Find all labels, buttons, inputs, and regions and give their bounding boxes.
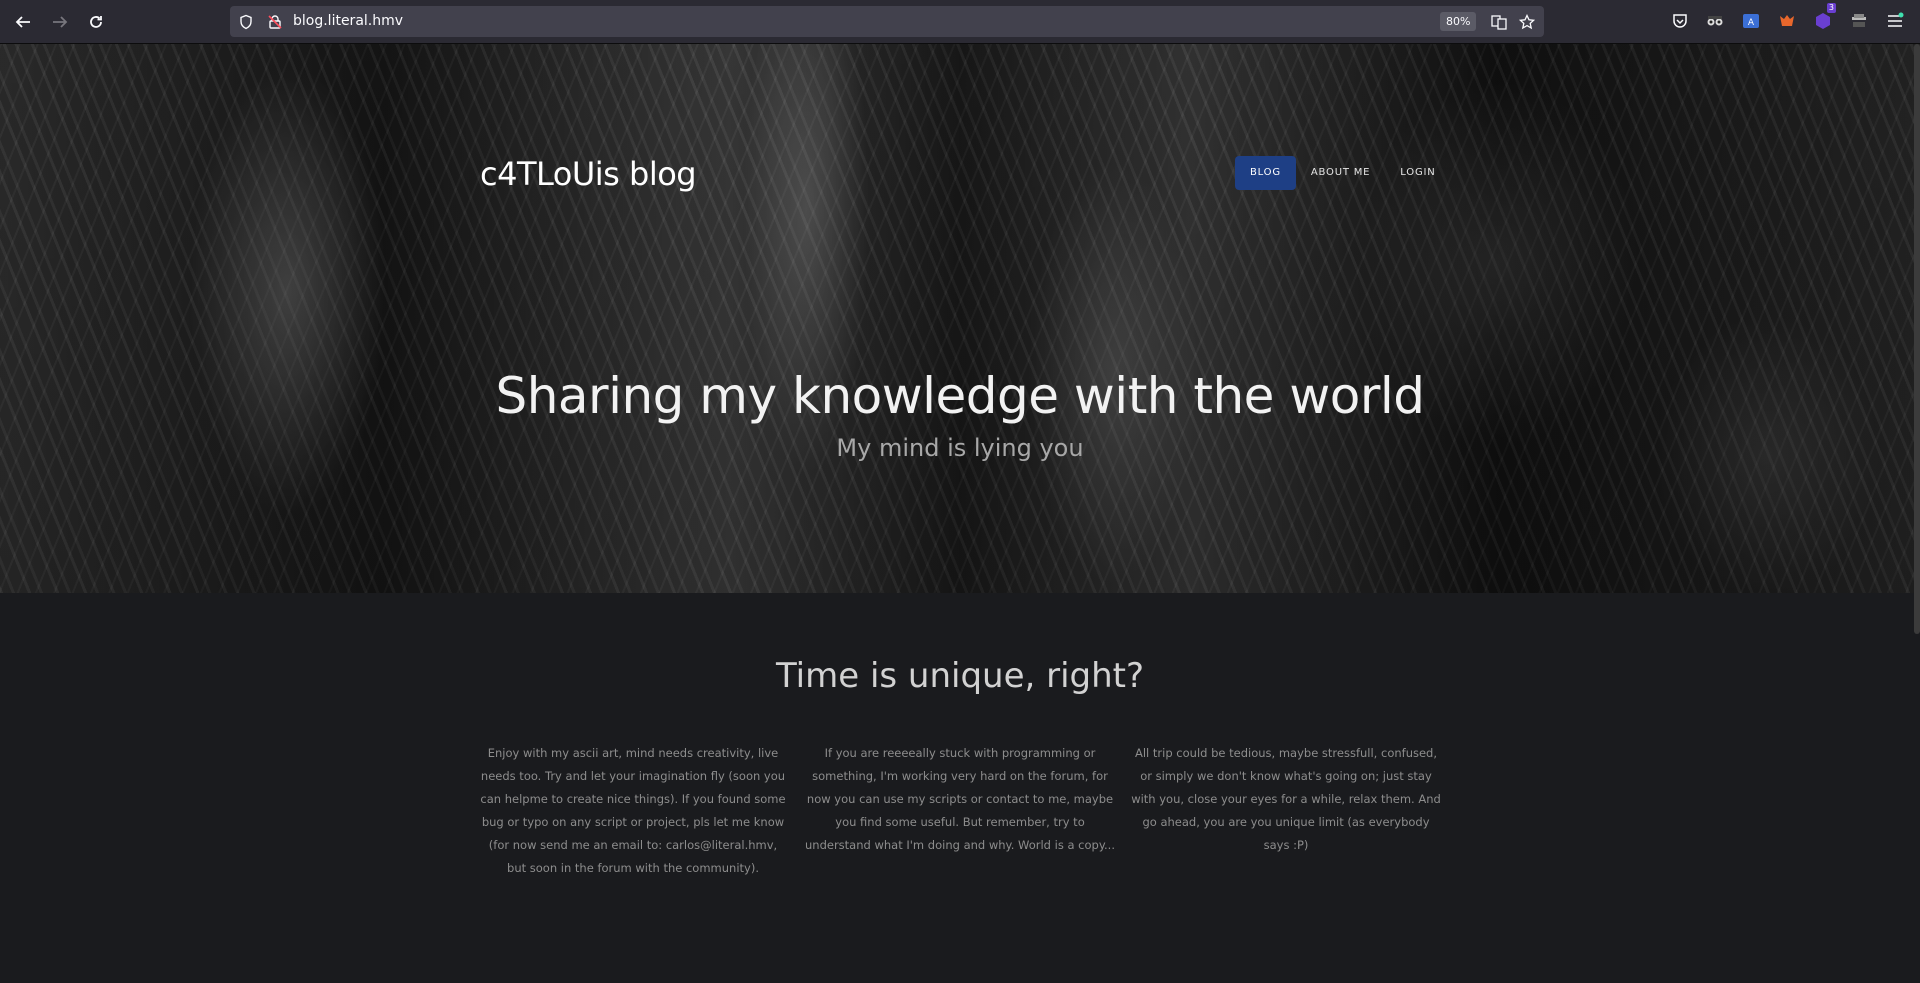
page-scrollbar[interactable] — [1914, 44, 1920, 634]
text-column-3: All trip could be tedious, maybe stressf… — [1131, 746, 1441, 852]
shield-icon[interactable] — [237, 13, 255, 31]
back-arrow-icon — [15, 16, 30, 28]
hero-banner: c4TLoUis blog BLOG ABOUT ME LOGIN Sharin… — [0, 44, 1920, 593]
forward-arrow-icon — [53, 16, 68, 28]
hero-subtitle: My mind is lying you — [836, 434, 1084, 462]
nav-login[interactable]: LOGIN — [1385, 156, 1450, 190]
app-menu-icon[interactable] — [1885, 11, 1905, 31]
hero-title: Sharing my knowledge with the world — [495, 367, 1425, 425]
svg-text:A: A — [1748, 18, 1755, 28]
pocket-icon[interactable] — [1670, 11, 1690, 31]
browser-toolbar: blog.literal.hmv 80% A 3 — [0, 0, 1920, 44]
forward-button[interactable] — [48, 10, 72, 34]
url-bar[interactable]: blog.literal.hmv 80% — [230, 6, 1544, 37]
translator-extension-icon[interactable]: A — [1741, 11, 1761, 31]
extension-count-badge: 3 — [1826, 3, 1836, 13]
url-text[interactable]: blog.literal.hmv — [293, 13, 403, 29]
site-brand[interactable]: c4TLoUis blog — [480, 155, 697, 193]
reload-icon — [90, 16, 102, 28]
main-nav: BLOG ABOUT ME LOGIN — [1235, 156, 1451, 190]
translate-icon[interactable] — [1490, 13, 1508, 31]
text-column-1: Enjoy with my ascii art, mind needs crea… — [480, 746, 786, 875]
text-column-2: If you are reeeeally stuck with programm… — [805, 746, 1115, 852]
spy-glasses-extension-icon[interactable] — [1705, 11, 1725, 31]
hacktools-extension-icon[interactable]: 3 — [1813, 3, 1836, 31]
insecure-lock-icon[interactable] — [266, 13, 284, 31]
nav-blog[interactable]: BLOG — [1235, 156, 1296, 190]
zoom-level-badge[interactable]: 80% — [1440, 12, 1477, 31]
incognito-extension-icon[interactable] — [1849, 11, 1869, 31]
bookmark-star-icon[interactable] — [1518, 13, 1536, 31]
nav-about-me[interactable]: ABOUT ME — [1296, 156, 1385, 190]
section-title: Time is unique, right? — [775, 656, 1145, 696]
back-button[interactable] — [11, 10, 35, 34]
wappalyzer-fox-icon[interactable] — [1777, 11, 1797, 31]
reload-button[interactable] — [84, 10, 108, 34]
